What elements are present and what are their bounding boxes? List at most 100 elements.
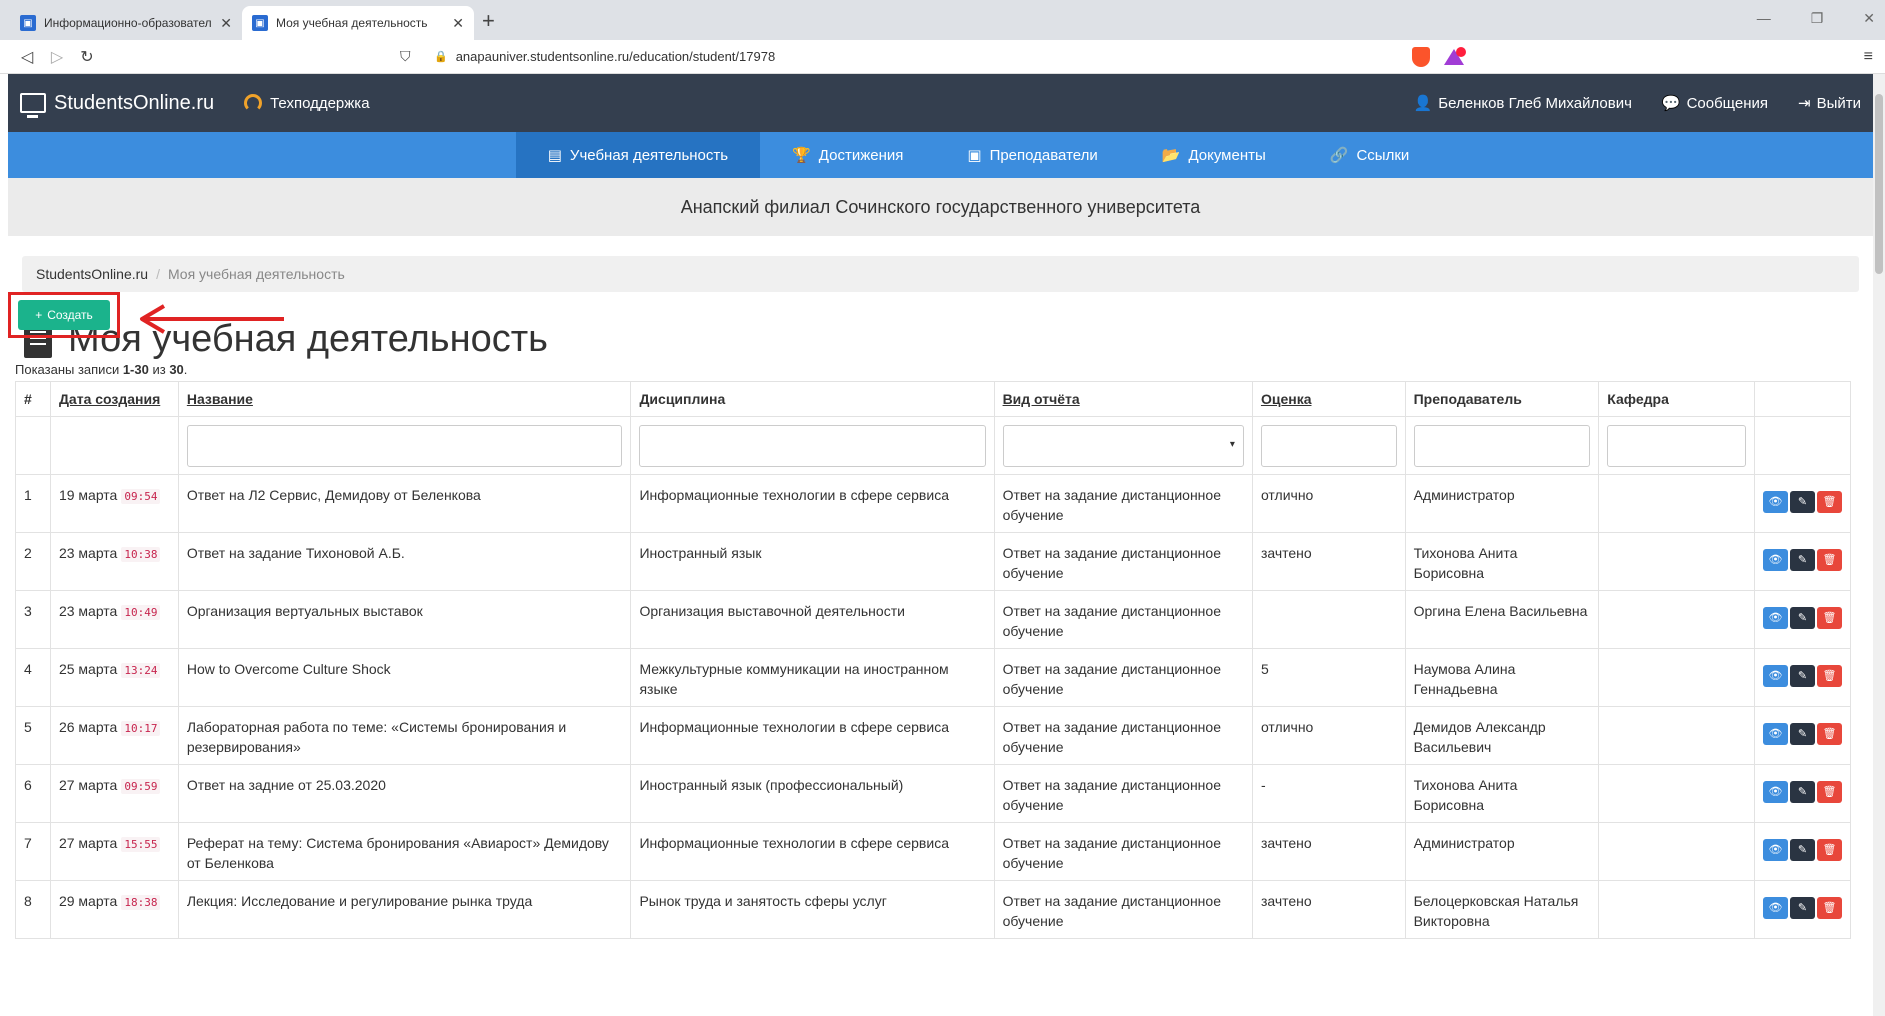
back-icon[interactable]: ◁	[12, 47, 42, 67]
department-filter-input[interactable]	[1607, 424, 1746, 467]
delete-trash-icon[interactable]: 🗑	[1816, 781, 1842, 803]
row-date: 23 марта 10:38	[49, 532, 179, 591]
report-type-filter-select[interactable]	[1002, 424, 1244, 467]
edit-pencil-icon[interactable]: ✎	[1789, 491, 1815, 513]
grade-filter-input[interactable]	[1260, 424, 1397, 467]
messages-link[interactable]: 💬 Сообщения	[1662, 94, 1768, 113]
edit-pencil-icon[interactable]: ✎	[1789, 665, 1815, 687]
title-filter-input[interactable]	[186, 424, 623, 467]
table-row: 4 25 марта 13:24 How to Overcome Culture Sh…	[15, 648, 1852, 707]
brand-link[interactable]: StudentsOnline.ru	[20, 92, 214, 118]
edit-pencil-icon[interactable]: ✎	[1789, 607, 1815, 629]
row-department	[1598, 648, 1755, 707]
top-navbar: StudentsOnline.ru Техподдержка 👤 Беленко…	[8, 74, 1873, 132]
edit-pencil-icon[interactable]: ✎	[1789, 723, 1815, 745]
bookmark-icon[interactable]: ⛉	[400, 48, 424, 65]
row-date: 26 марта 10:17	[49, 706, 179, 765]
forward-icon[interactable]: ▷	[42, 47, 72, 67]
nav-achievements[interactable]: 🏆 Достижения	[760, 132, 935, 178]
delete-trash-icon[interactable]: 🗑	[1816, 491, 1842, 513]
delete-trash-icon[interactable]: 🗑	[1816, 839, 1842, 861]
close-icon[interactable]: ✕	[452, 15, 464, 32]
column-header-grade[interactable]: Оценка	[1251, 381, 1406, 417]
breadcrumb-home-link[interactable]: StudentsOnline.ru	[36, 266, 148, 282]
red-arrow-annotation	[140, 304, 284, 334]
row-department	[1598, 822, 1755, 881]
edit-pencil-icon[interactable]: ✎	[1789, 549, 1815, 571]
row-grade: отлично	[1251, 706, 1406, 765]
page-scrollbar[interactable]	[1873, 74, 1885, 1016]
nav-teachers[interactable]: ▣ Преподаватели	[935, 132, 1129, 178]
table-row: 3 23 марта 10:49 Организация вертуальных вы…	[15, 590, 1852, 649]
create-button[interactable]: + Создать	[18, 300, 110, 330]
column-header-report-type[interactable]: Вид отчёта	[993, 381, 1253, 417]
edit-pencil-icon[interactable]: ✎	[1789, 781, 1815, 803]
row-grade: отлично	[1251, 474, 1406, 533]
minimize-icon[interactable]: —	[1757, 10, 1771, 27]
nav-documents[interactable]: 📂 Документы	[1130, 132, 1298, 178]
brave-shield-icon[interactable]	[1411, 46, 1430, 67]
delete-trash-icon[interactable]: 🗑	[1816, 723, 1842, 745]
nav-study-activity[interactable]: ▤ Учебная деятельность	[515, 132, 761, 178]
row-title: Лабораторная работа по теме: «Системы бр…	[177, 706, 632, 765]
row-report-type: Ответ на задание дистанционное обучение	[993, 590, 1253, 649]
row-department	[1598, 706, 1755, 765]
table-row: 5 26 марта 10:17 Лабораторная работа по тем…	[15, 706, 1852, 765]
delete-trash-icon[interactable]: 🗑	[1816, 665, 1842, 687]
trophy-icon: 🏆	[792, 147, 811, 164]
column-header-number: #	[15, 381, 51, 417]
column-header-date[interactable]: Дата создания	[49, 381, 179, 417]
delete-trash-icon[interactable]: 🗑	[1816, 607, 1842, 629]
filter-cell	[1404, 416, 1600, 475]
url-field[interactable]: 🔒 anapauniver.studentsonline.ru/educatio…	[434, 49, 1412, 64]
row-date: 23 марта 10:49	[49, 590, 179, 649]
column-header-actions	[1753, 381, 1852, 417]
nav-label: Достижения	[818, 146, 904, 164]
new-tab-plus-icon[interactable]: +	[482, 8, 495, 34]
view-eye-icon[interactable]: 👁	[1762, 839, 1788, 861]
column-header-title[interactable]: Название	[177, 381, 632, 417]
nav-links[interactable]: 🔗 Ссылки	[1298, 132, 1442, 178]
browser-menu-icon[interactable]: ≡	[1864, 48, 1873, 66]
breadcrumb-current: Моя учебная деятельность	[167, 266, 345, 282]
row-department	[1598, 880, 1755, 939]
row-actions: 👁 ✎ 🗑	[1753, 648, 1852, 707]
time-badge: 09:59	[121, 779, 161, 794]
view-eye-icon[interactable]: 👁	[1762, 549, 1788, 571]
edit-pencil-icon[interactable]: ✎	[1789, 897, 1815, 919]
browser-tab-1[interactable]: ▣ Информационно-образовательн ✕	[10, 6, 242, 40]
browser-tab-2[interactable]: ▣ Моя учебная деятельность ✕	[242, 6, 474, 40]
discipline-filter-input[interactable]	[639, 424, 986, 467]
view-eye-icon[interactable]: 👁	[1762, 607, 1788, 629]
summary-end: .	[183, 362, 188, 377]
reload-icon[interactable]: ↻	[72, 47, 102, 67]
edit-pencil-icon[interactable]: ✎	[1789, 839, 1815, 861]
logout-link[interactable]: ⇥ Выйти	[1798, 94, 1861, 113]
filter-cell	[49, 416, 179, 475]
restore-icon[interactable]: ❐	[1811, 10, 1824, 27]
view-eye-icon[interactable]: 👁	[1762, 723, 1788, 745]
delete-trash-icon[interactable]: 🗑	[1816, 897, 1842, 919]
view-eye-icon[interactable]: 👁	[1762, 897, 1788, 919]
records-summary: Показаны записи 1-30 из 30.	[15, 362, 187, 377]
scrollbar-thumb[interactable]	[1875, 94, 1883, 274]
view-eye-icon[interactable]: 👁	[1762, 665, 1788, 687]
date-text: 23 марта	[58, 603, 118, 619]
row-title: How to Overcome Culture Shock	[177, 648, 632, 707]
view-eye-icon[interactable]: 👁	[1762, 781, 1788, 803]
view-eye-icon[interactable]: 👁	[1762, 491, 1788, 513]
close-icon[interactable]: ✕	[220, 15, 232, 32]
support-link[interactable]: Техподдержка	[244, 94, 370, 112]
activity-table: # Дата создания Название Дисциплина Вид …	[15, 381, 1852, 939]
close-window-icon[interactable]: ✕	[1863, 10, 1875, 27]
user-profile-link[interactable]: 👤 Беленков Глеб Михайлович	[1414, 94, 1632, 113]
table-row: 2 23 марта 10:38 Ответ на задание Тихоновой…	[15, 532, 1852, 591]
row-report-type: Ответ на задание дистанционное обучение	[993, 822, 1253, 881]
notification-badge	[1455, 46, 1466, 57]
link-icon: 🔗	[1329, 147, 1349, 164]
delete-trash-icon[interactable]: 🗑	[1816, 549, 1842, 571]
teacher-filter-input[interactable]	[1413, 424, 1591, 467]
brave-rewards-icon[interactable]	[1443, 46, 1466, 65]
row-report-type: Ответ на задание дистанционное обучение	[993, 880, 1253, 939]
logout-label: Выйти	[1816, 94, 1861, 112]
